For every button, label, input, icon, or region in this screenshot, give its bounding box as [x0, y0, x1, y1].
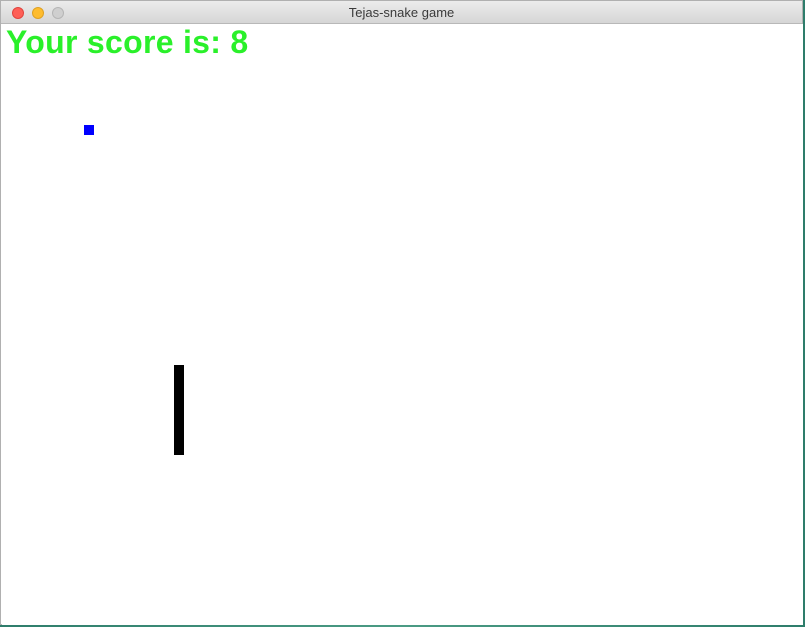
- score-label: Your score is: 8: [6, 24, 249, 60]
- food-block: [84, 125, 94, 135]
- game-window: Tejas-snake game Your score is: 8: [0, 0, 803, 625]
- window-titlebar[interactable]: Tejas-snake game: [1, 1, 802, 24]
- snake-body: [174, 365, 184, 455]
- desktop-background: Tejas-snake game Your score is: 8: [0, 0, 805, 627]
- window-title: Tejas-snake game: [348, 5, 455, 20]
- game-canvas[interactable]: Your score is: 8: [2, 24, 803, 625]
